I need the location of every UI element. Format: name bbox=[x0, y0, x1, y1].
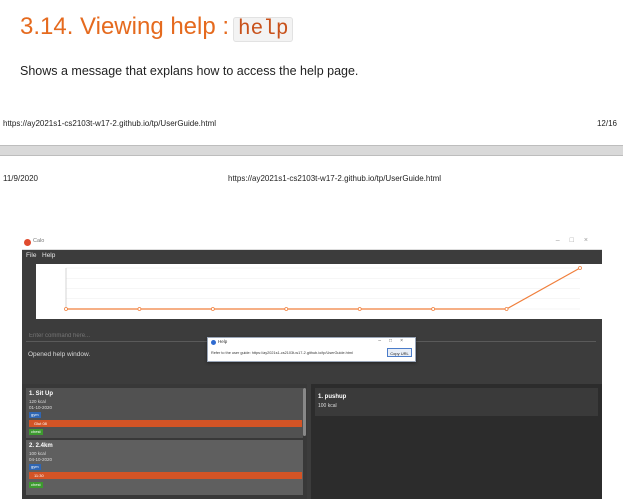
menu-bar: File Help bbox=[22, 250, 602, 261]
menu-file[interactable]: File bbox=[26, 252, 36, 259]
section-description: Shows a message that explans how to acce… bbox=[20, 64, 359, 78]
menu-help[interactable]: Help bbox=[42, 252, 55, 259]
template-title: 1. pushup bbox=[318, 394, 347, 400]
window-title: Calo bbox=[33, 238, 45, 244]
app-window: Calo –□× File Help Opened help window. 1… bbox=[22, 236, 602, 499]
chart-point bbox=[210, 307, 215, 311]
maximize-icon[interactable]: □ bbox=[570, 237, 584, 244]
template-list: 1. pushup 100 kcal bbox=[311, 384, 602, 499]
result-display: Opened help window. bbox=[28, 351, 91, 358]
exercise-card[interactable]: 2. 2.4km 100 kcal 04-10-2020 gym 11:30 c… bbox=[26, 440, 303, 495]
muscle-bar-label: 11:30 bbox=[34, 473, 44, 478]
app-logo-icon bbox=[24, 239, 31, 246]
help-message: Refer to the user guide: https://ay2021s… bbox=[211, 351, 353, 355]
tag-badge: chest bbox=[29, 482, 43, 488]
help-dialog-title: Help bbox=[218, 339, 228, 344]
tag-badge: chest bbox=[29, 429, 43, 435]
chart-point bbox=[137, 307, 142, 311]
template-calories: 100 kcal bbox=[318, 403, 337, 409]
help-dialog: Help –□× Refer to the user guide: https:… bbox=[207, 337, 416, 362]
tag-badge: gym bbox=[29, 464, 41, 470]
calorie-chart bbox=[36, 264, 602, 319]
info-icon bbox=[211, 340, 216, 345]
minimize-icon[interactable]: – bbox=[378, 338, 389, 344]
window-titlebar: Calo –□× bbox=[22, 236, 602, 250]
footer-page-number: 12/16 bbox=[596, 119, 617, 128]
exercise-calories: 120 kcal bbox=[29, 399, 46, 404]
section-heading: 3.14. Viewing help : help bbox=[20, 13, 294, 42]
exercise-list: 1. Sit Up 120 kcal 01-10-2020 gym Glut 0… bbox=[22, 384, 307, 499]
exercise-date: 01-10-2020 bbox=[29, 405, 53, 410]
chart-point bbox=[431, 307, 436, 311]
muscle-bar: 11:30 bbox=[29, 472, 302, 479]
exercise-card[interactable]: 1. Sit Up 120 kcal 01-10-2020 gym Glut 0… bbox=[26, 388, 303, 438]
tag-badge: gym bbox=[29, 412, 41, 418]
command-code: help bbox=[233, 17, 294, 42]
minimize-icon[interactable]: – bbox=[556, 237, 570, 244]
chart-point bbox=[357, 307, 362, 311]
copy-url-button[interactable]: Copy URL bbox=[387, 348, 412, 357]
chart-point bbox=[504, 307, 509, 311]
footer-url: https://ay2021s1-cs2103t-w17-2.github.io… bbox=[3, 119, 217, 128]
header-url: https://ay2021s1-cs2103t-w17-2.github.io… bbox=[228, 174, 442, 183]
chart-svg bbox=[64, 266, 582, 311]
section-title: 3.14. Viewing help : bbox=[20, 13, 230, 40]
page-break bbox=[0, 145, 623, 156]
muscle-bar: Glut 08 bbox=[29, 420, 302, 427]
pdf-page-top: 3.14. Viewing help : help Shows a message… bbox=[0, 0, 623, 145]
close-icon[interactable]: × bbox=[584, 237, 598, 244]
header-date: 11/9/2020 bbox=[3, 174, 38, 183]
chart-point bbox=[284, 307, 289, 311]
muscle-bar-label: Glut 08 bbox=[34, 421, 47, 426]
exercise-title: 1. Sit Up bbox=[29, 391, 54, 397]
close-icon[interactable]: × bbox=[400, 338, 411, 344]
chart-point bbox=[64, 307, 68, 311]
exercise-title: 2. 2.4km bbox=[29, 443, 53, 449]
exercise-calories: 100 kcal bbox=[29, 451, 46, 456]
window-controls[interactable]: –□× bbox=[556, 237, 598, 244]
maximize-icon[interactable]: □ bbox=[389, 338, 400, 344]
chart-point bbox=[578, 266, 582, 270]
template-card[interactable]: 1. pushup 100 kcal bbox=[315, 388, 598, 416]
dialog-window-controls[interactable]: –□× bbox=[378, 338, 411, 344]
exercise-date: 04-10-2020 bbox=[29, 457, 53, 462]
list-scrollbar[interactable] bbox=[303, 388, 306, 436]
